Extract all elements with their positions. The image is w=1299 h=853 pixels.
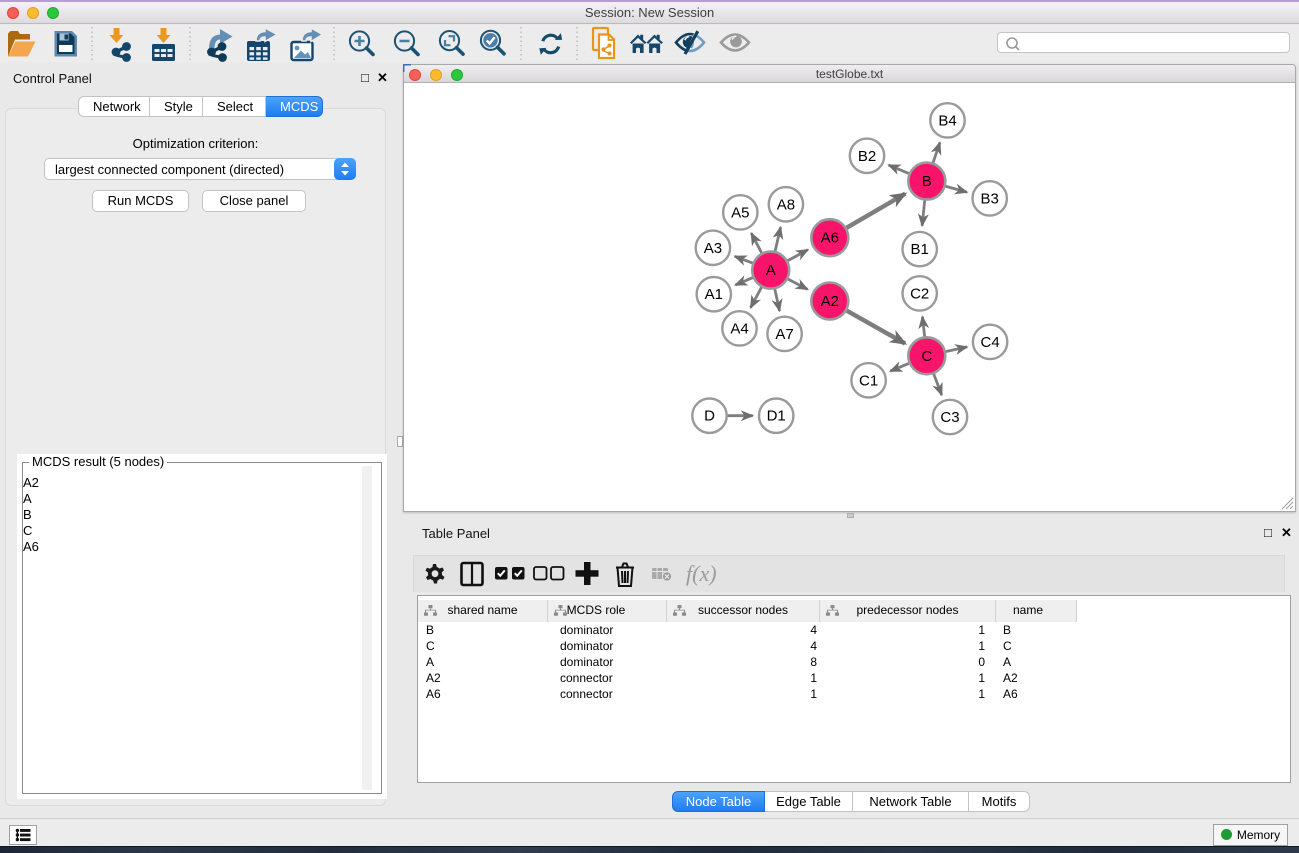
svg-text:B3: B3 [981, 190, 999, 207]
svg-text:f(x): f(x) [686, 561, 717, 586]
svg-text:A5: A5 [731, 204, 749, 221]
svg-text:A1: A1 [705, 286, 723, 303]
svg-text:A4: A4 [730, 320, 748, 337]
svg-text:A3: A3 [704, 240, 722, 257]
svg-text:B4: B4 [938, 112, 956, 129]
svg-text:C3: C3 [940, 409, 959, 426]
svg-text:A: A [766, 262, 776, 279]
svg-text:B2: B2 [858, 148, 876, 165]
svg-text:D1: D1 [767, 408, 786, 425]
svg-text:C: C [921, 348, 932, 365]
svg-text:A2: A2 [821, 293, 839, 310]
svg-text:C2: C2 [910, 285, 929, 302]
svg-text:A7: A7 [775, 326, 793, 343]
svg-text:C1: C1 [859, 372, 878, 389]
svg-text:D: D [704, 408, 715, 425]
svg-text:A8: A8 [777, 196, 795, 213]
svg-text:A6: A6 [821, 230, 839, 247]
svg-text:B: B [922, 173, 932, 190]
svg-text:B1: B1 [911, 241, 929, 258]
svg-text:C4: C4 [981, 334, 1000, 351]
